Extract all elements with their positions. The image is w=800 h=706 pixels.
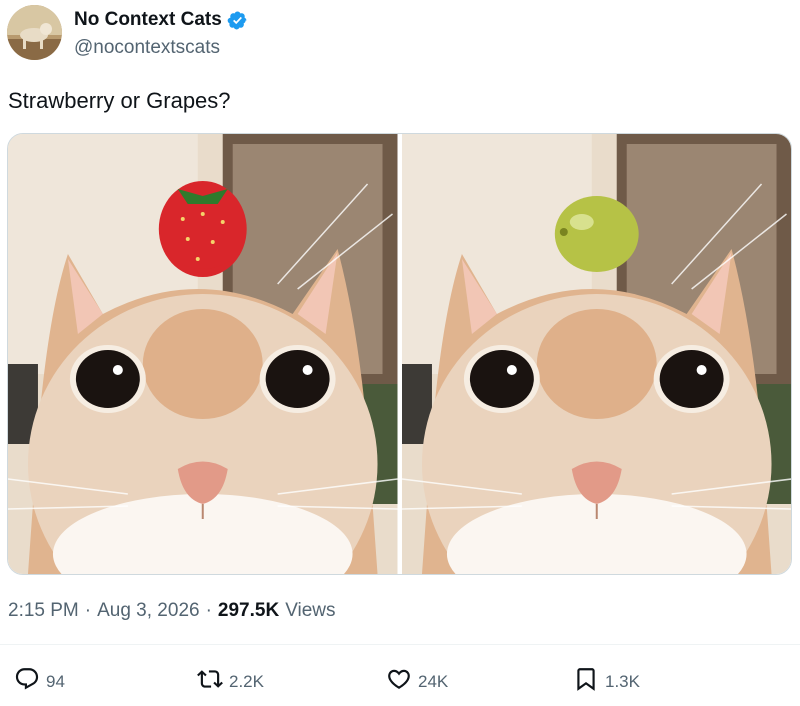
reply-button[interactable]: 94 [14,666,65,697]
tweet-time[interactable]: 2:15 PM [8,600,79,622]
bookmark-button[interactable]: 1.3K [573,666,640,697]
photo-strawberry-cat[interactable] [8,134,398,574]
photo-grape-cat[interactable] [401,134,791,574]
avatar-image [7,5,62,60]
author-display-name[interactable]: No Context Cats [74,9,222,31]
tweet-media-grid [7,133,792,575]
meta-separator: · [205,600,212,621]
views-label: Views [285,600,336,621]
meta-separator: · [84,600,92,621]
bookmark-count: 1.3K [605,671,640,691]
verified-badge-icon [227,10,248,31]
author-avatar[interactable] [7,5,62,60]
tweet-date[interactable]: Aug 3, 2026 [97,600,199,622]
like-button[interactable]: 24K [386,666,448,697]
like-count: 24K [418,671,449,691]
author-name-row: No Context Cats [74,9,248,31]
heart-icon [386,666,412,697]
action-bar: 94 2.2K 24K 1.3K [0,666,800,702]
author-handle[interactable]: @nocontextscats [74,37,220,59]
reply-count: 94 [46,671,65,691]
divider [0,644,800,645]
retweet-button[interactable]: 2.2K [197,666,264,697]
tweet-text: Strawberry or Grapes? [8,88,231,113]
views-count: 297.5K [217,600,280,621]
retweet-count: 2.2K [229,671,264,691]
reply-icon [14,666,40,697]
tweet-meta: 2:15 PM · Aug 3, 2026 · 297.5K Views [8,600,336,622]
bookmark-icon [573,666,599,697]
retweet-icon [197,666,223,697]
